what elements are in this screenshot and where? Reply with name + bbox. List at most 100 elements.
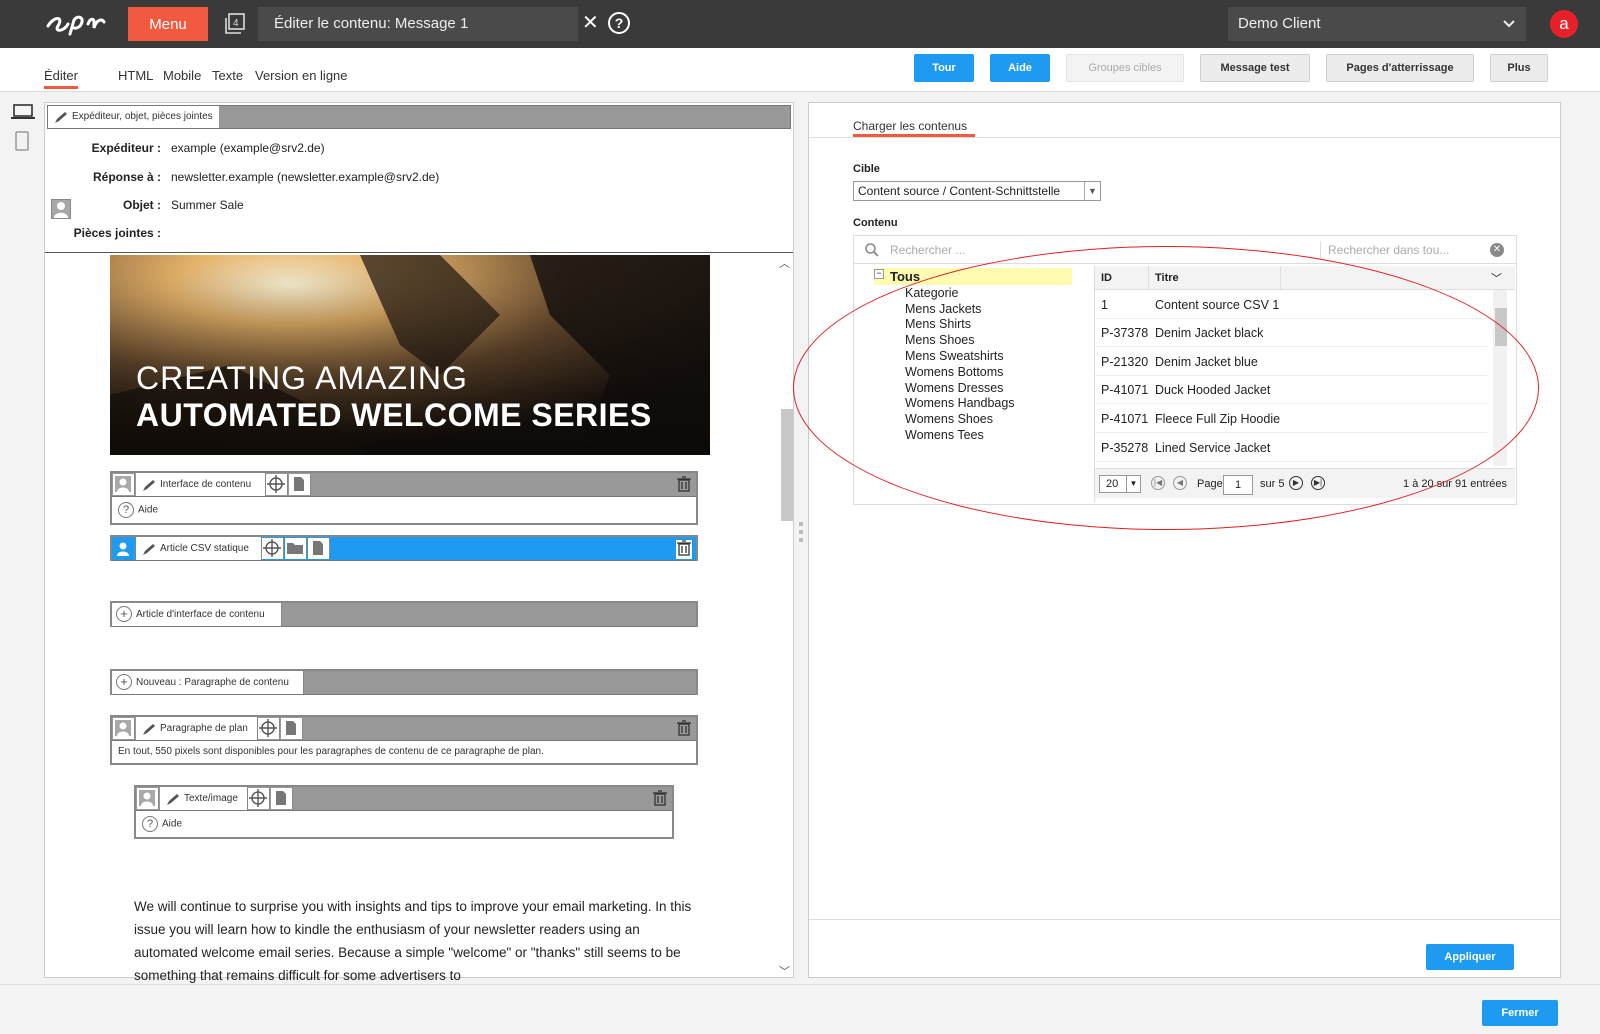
header-block-bar[interactable]: Expéditeur, objet, pièces jointes (47, 105, 791, 129)
desktop-view-icon[interactable] (11, 104, 35, 123)
prev-page-icon[interactable]: ◀ (1173, 476, 1187, 490)
tree-item-kategorie[interactable]: Kategorie (905, 286, 959, 300)
copy-icon[interactable] (289, 474, 311, 495)
landing-pages-button[interactable]: Pages d'atterrissage (1326, 54, 1474, 82)
clear-search-icon[interactable]: ✕ (1490, 243, 1504, 257)
pages-icon[interactable]: 4 (224, 13, 246, 35)
help-icon[interactable]: ? (608, 12, 630, 34)
chevron-up-icon[interactable]: ︿ (779, 255, 790, 271)
tab-load-content[interactable]: Charger les contenus (853, 119, 967, 133)
trash-icon[interactable] (676, 720, 692, 739)
add-block-tab[interactable]: + Article d'interface de contenu (112, 603, 282, 626)
person-icon[interactable] (113, 474, 135, 495)
block-tab[interactable]: Article CSV statique (136, 537, 262, 560)
person-icon[interactable] (113, 718, 135, 739)
tree-item-womens-handbags[interactable]: Womens Handbags (905, 396, 1015, 410)
help-button[interactable]: Aide (990, 54, 1050, 82)
block-tab[interactable]: Texte/image (160, 787, 248, 810)
tab-edit[interactable]: Éditer (44, 68, 78, 83)
search-scope-select[interactable]: Rechercher dans tou... (1328, 243, 1449, 257)
row-divider (1095, 461, 1487, 462)
tree-item-mens-jackets[interactable]: Mens Jackets (905, 302, 981, 316)
tab-text[interactable]: Texte (212, 68, 243, 83)
first-page-icon[interactable]: |◀ (1151, 476, 1165, 490)
more-button[interactable]: Plus (1490, 54, 1548, 82)
collapse-icon[interactable]: − (874, 269, 884, 279)
test-message-button[interactable]: Message test (1200, 54, 1310, 82)
block-tab[interactable]: Paragraphe de plan (136, 717, 258, 740)
scrollbar-thumb[interactable] (1495, 308, 1507, 346)
target-label: Cible (853, 163, 880, 175)
tree-item-mens-shirts[interactable]: Mens Shirts (905, 317, 971, 331)
tour-button[interactable]: Tour (914, 54, 974, 82)
copy-icon[interactable] (281, 718, 303, 739)
new-paragraph-slot[interactable]: + Nouveau : Paragraphe de contenu (110, 669, 698, 695)
trash-icon[interactable] (676, 540, 692, 559)
pencil-icon (142, 478, 156, 501)
crosshair-icon[interactable] (266, 474, 288, 495)
row-id: P-41071 (1101, 383, 1149, 397)
search-input[interactable]: Rechercher ... (890, 243, 965, 257)
tab-mobile[interactable]: Mobile (163, 68, 201, 83)
client-selector[interactable]: Demo Client (1228, 7, 1526, 41)
email-body-text[interactable]: We will continue to surprise you with in… (134, 895, 694, 987)
interface-article-slot[interactable]: + Article d'interface de contenu (110, 601, 698, 627)
tree-item-mens-shoes[interactable]: Mens Shoes (905, 333, 974, 347)
target-groups-button[interactable]: Groupes cibles (1066, 54, 1184, 82)
block-tab[interactable]: Interface de contenu (136, 473, 266, 496)
reply-to-value[interactable]: newsletter.example (newsletter.example@s… (171, 170, 439, 184)
folder-icon[interactable] (285, 538, 307, 559)
tree-item-womens-tees[interactable]: Womens Tees (905, 428, 984, 442)
person-icon[interactable] (113, 538, 135, 559)
panel-splitter[interactable] (794, 102, 808, 978)
close-button[interactable]: Fermer (1482, 1000, 1558, 1026)
crosshair-icon[interactable] (248, 788, 270, 809)
user-avatar[interactable]: a (1550, 10, 1578, 38)
column-header-id[interactable]: ID (1095, 266, 1149, 290)
next-page-icon[interactable]: ▶ (1289, 476, 1303, 490)
tree-item-all[interactable]: Tous (890, 269, 920, 284)
subject-label: Objet : (123, 198, 161, 212)
hero-image[interactable]: CREATING AMAZING AUTOMATED WELCOME SERIE… (110, 255, 710, 455)
chevron-down-icon[interactable]: ﹀ (779, 963, 790, 979)
tab-html[interactable]: HTML (118, 68, 153, 83)
help-link[interactable]: ? Aide (118, 502, 158, 518)
csv-article-block[interactable]: Article CSV statique (110, 535, 698, 561)
person-icon[interactable] (137, 788, 159, 809)
sender-value[interactable]: example (example@srv2.de) (171, 141, 325, 155)
menu-button[interactable]: Menu (128, 7, 208, 41)
apply-button[interactable]: Appliquer (1426, 944, 1514, 970)
plan-paragraph-block[interactable]: Paragraphe de plan En tout, 550 pixels s… (110, 715, 698, 765)
add-block-tab[interactable]: + Nouveau : Paragraphe de contenu (112, 671, 304, 694)
tab-online-version[interactable]: Version en ligne (255, 68, 348, 83)
plan-info-text: En tout, 550 pixels sont disponibles pou… (118, 746, 544, 757)
block-label: Paragraphe de plan (160, 723, 248, 734)
tree-item-mens-sweatshirts[interactable]: Mens Sweatshirts (905, 349, 1004, 363)
scrollbar-thumb[interactable] (781, 409, 793, 521)
trash-icon[interactable] (652, 790, 668, 809)
tree-item-womens-dresses[interactable]: Womens Dresses (905, 381, 1003, 395)
chevron-down-icon[interactable]: ﹀ (1491, 270, 1502, 286)
tree-item-womens-shoes[interactable]: Womens Shoes (905, 412, 993, 426)
row-title: Denim Jacket blue (1155, 355, 1258, 369)
text-image-block[interactable]: Texte/image ? Aide (134, 785, 674, 839)
page-size-select[interactable]: 20 ▼ (1099, 475, 1141, 493)
copy-icon[interactable] (271, 788, 293, 809)
episerver-logo[interactable] (44, 8, 108, 40)
tree-item-womens-bottoms[interactable]: Womens Bottoms (905, 365, 1003, 379)
close-tab-icon[interactable]: ✕ (582, 12, 599, 34)
help-link[interactable]: ? Aide (142, 816, 182, 832)
subject-value[interactable]: Summer Sale (171, 198, 244, 212)
copy-icon[interactable] (308, 538, 330, 559)
page-number-input[interactable]: 1 (1223, 475, 1253, 495)
target-select[interactable]: Content source / Content-Schnittstelle ▼ (853, 181, 1101, 201)
crosshair-icon[interactable] (262, 538, 284, 559)
editor-scrollbar[interactable] (779, 255, 793, 977)
trash-icon[interactable] (676, 476, 692, 495)
column-header-title[interactable]: Titre (1149, 266, 1281, 290)
last-page-icon[interactable]: ▶| (1311, 476, 1325, 490)
crosshair-icon[interactable] (258, 718, 280, 739)
header-block-tab[interactable]: Expéditeur, objet, pièces jointes (48, 106, 219, 128)
content-interface-block[interactable]: Interface de contenu ? Aide (110, 471, 698, 525)
editor-tab-title[interactable]: Éditer le contenu: Message 1 (258, 7, 578, 41)
